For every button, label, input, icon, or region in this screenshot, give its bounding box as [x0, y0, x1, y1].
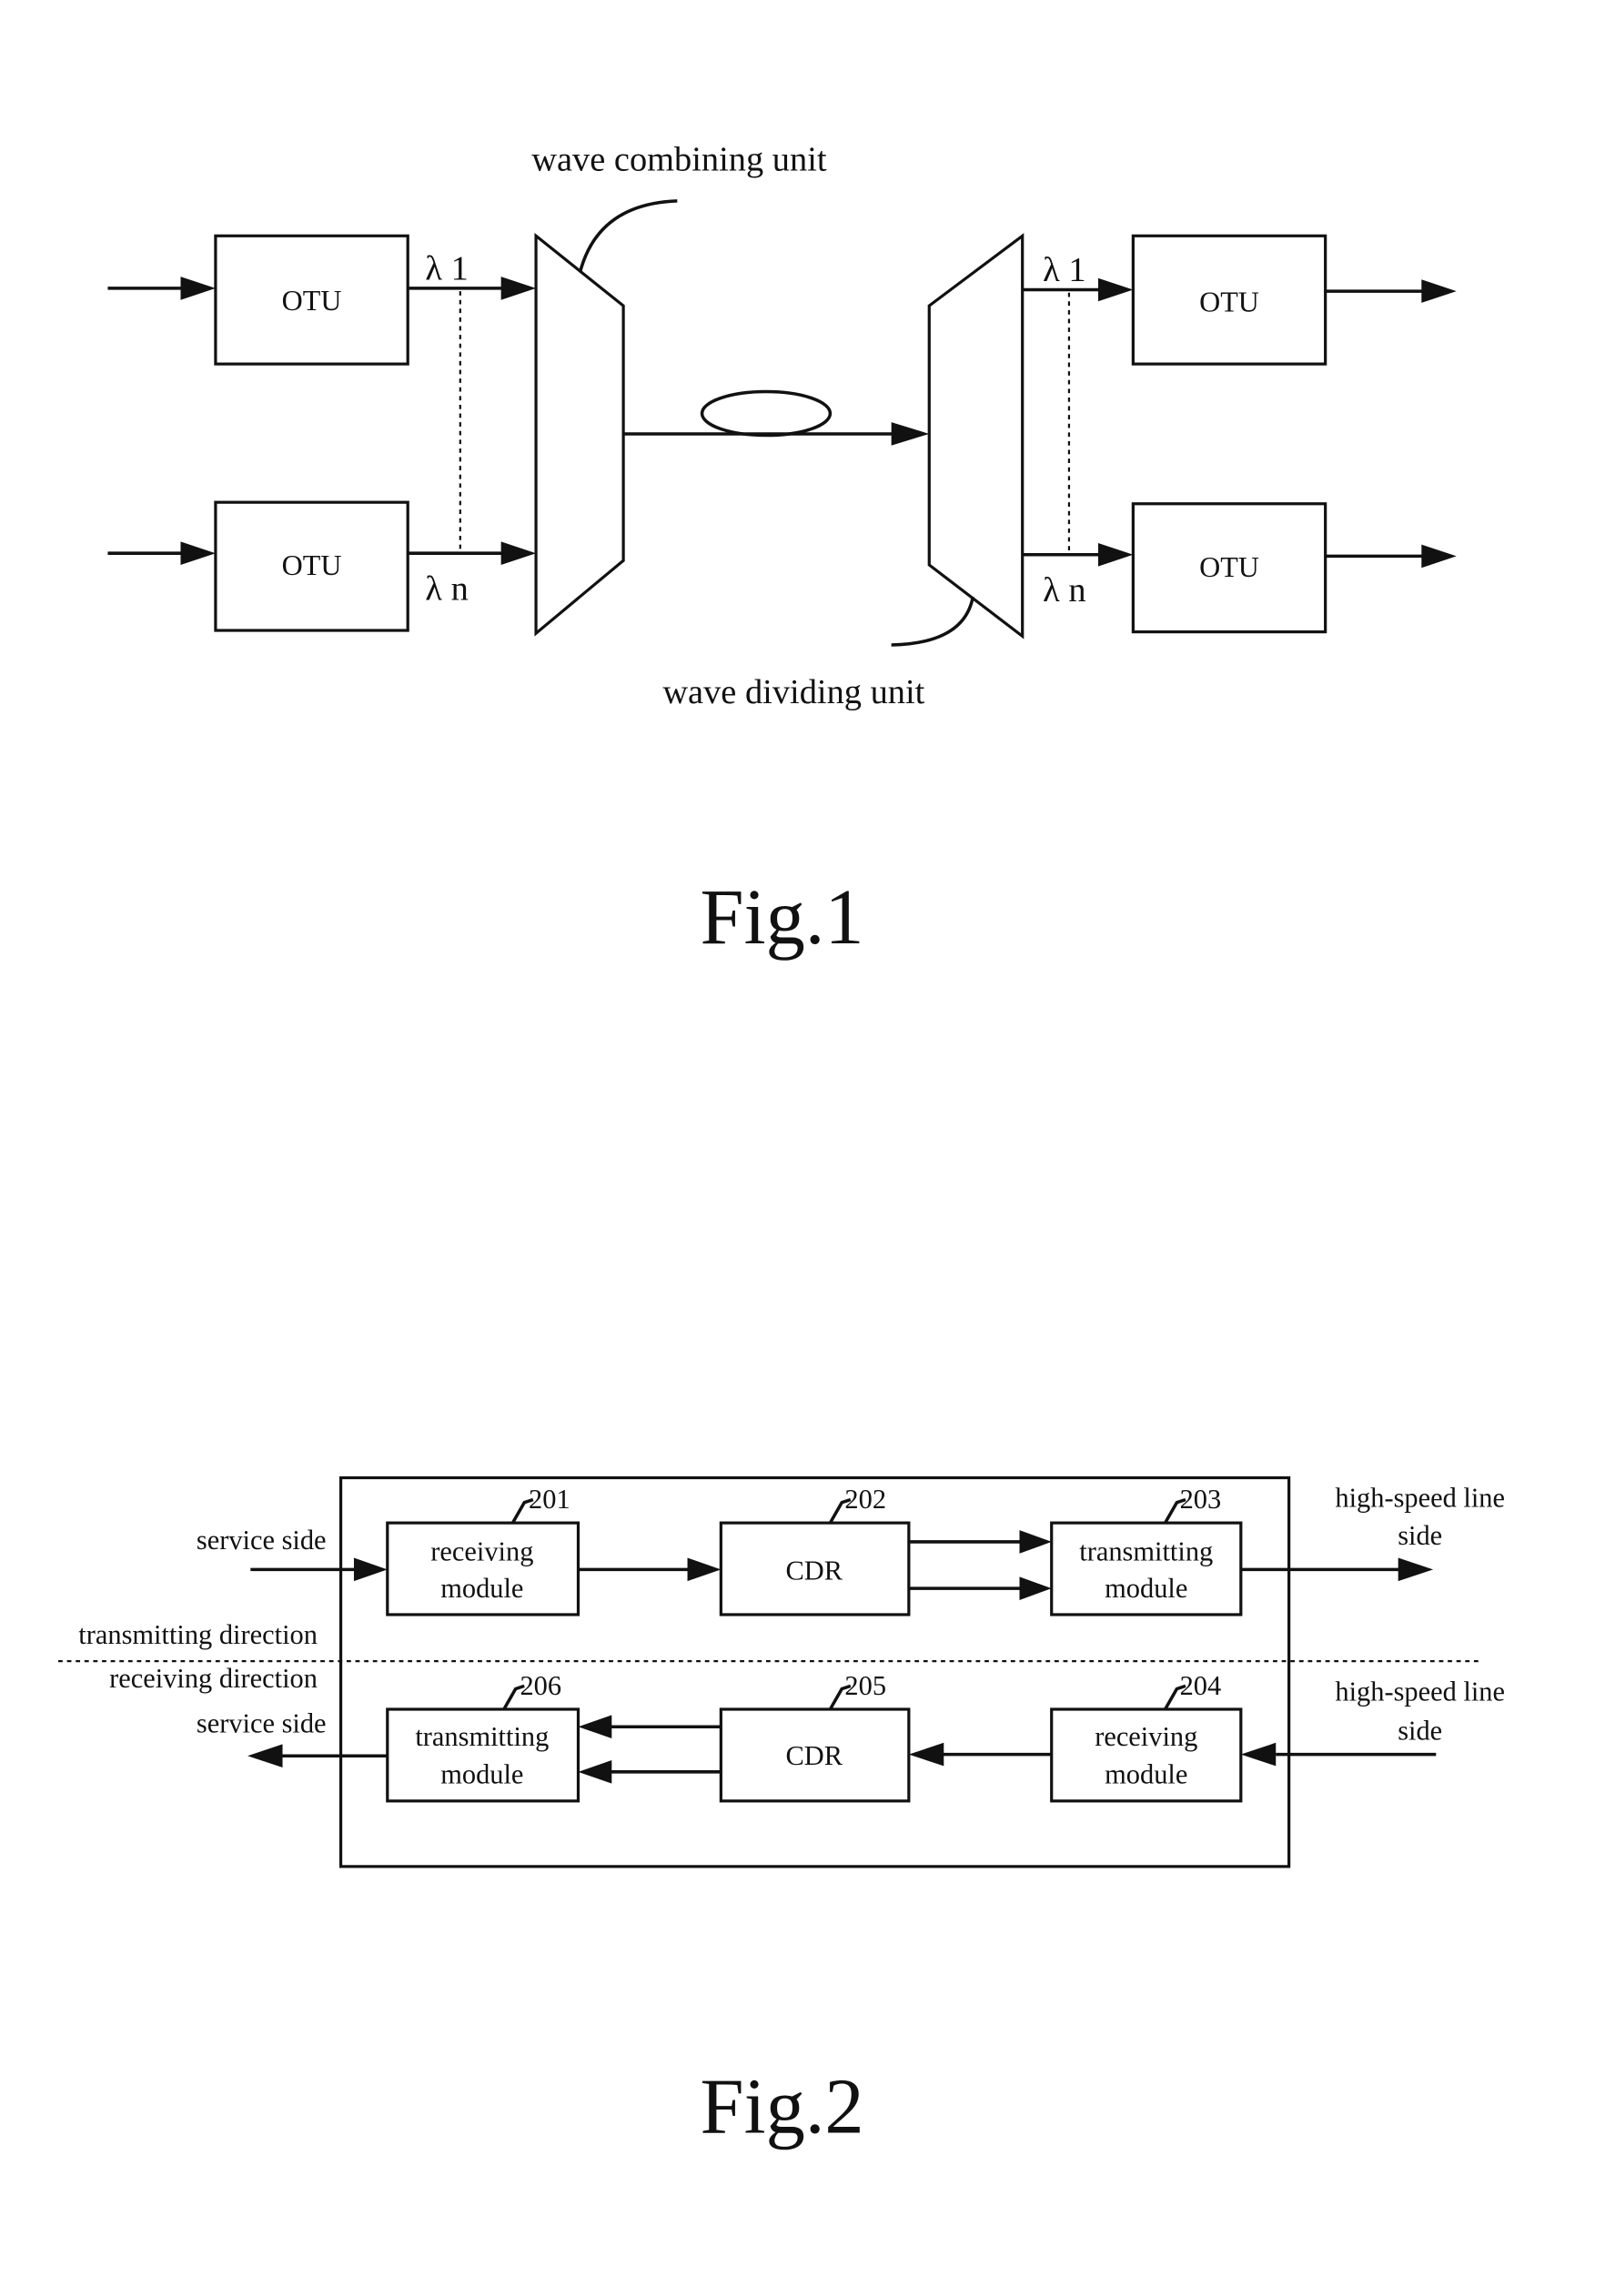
ref-202: 202: [844, 1484, 886, 1515]
otu-label-rx-1: OTU: [1199, 286, 1259, 318]
output-arrowhead-1: [1421, 279, 1457, 303]
lambda1-arrowhead-rx: [1097, 277, 1134, 302]
wave-combining-unit-label: wave combining unit: [531, 140, 827, 178]
lambdan-label-tx: λ n: [425, 569, 468, 608]
module-204-line2: module: [1105, 1759, 1187, 1790]
ref-206: 206: [520, 1670, 561, 1701]
otu-label-rx-n: OTU: [1199, 550, 1259, 583]
otu-label-tx-n: OTU: [282, 549, 342, 581]
lambdan-arrowhead-tx: [500, 541, 537, 565]
module-201-line1: receiving: [430, 1536, 533, 1567]
fiber-arrowhead: [891, 422, 930, 446]
wave-combining-leader-line: [578, 199, 678, 275]
high-speed-line-side-top-1: high-speed line: [1335, 1483, 1505, 1514]
receiving-direction-label: receiving direction: [109, 1663, 318, 1694]
lambda1-label-tx: λ 1: [425, 249, 468, 287]
fig2-caption: Fig.2: [701, 2063, 864, 2150]
service-side-label-bottom: service side: [197, 1708, 327, 1739]
module-202-label: CDR: [786, 1556, 843, 1586]
lambda1-arrowhead-tx: [500, 277, 537, 300]
module-205-label: CDR: [786, 1740, 843, 1771]
ref-204: 204: [1180, 1670, 1222, 1701]
module-203-line2: module: [1105, 1573, 1187, 1604]
module-206-line2: module: [440, 1759, 523, 1790]
transmitting-direction-label: transmitting direction: [78, 1619, 318, 1650]
patent-drawing-sheet: wave combining unit OTU OTU λ 1 λ n wave…: [58, 140, 1505, 2150]
fig2-diagram: service side transmitting direction rece…: [58, 1475, 1505, 2150]
line-side-out-arrowhead: [1398, 1557, 1434, 1582]
high-speed-line-side-top-2: side: [1398, 1520, 1442, 1551]
high-speed-line-side-bottom-2: side: [1398, 1716, 1442, 1747]
wave-dividing-unit: [927, 233, 1025, 639]
input-arrowhead-1: [180, 277, 216, 300]
input-arrowhead-n: [180, 541, 216, 565]
lambdan-arrowhead-rx: [1097, 542, 1134, 567]
module-204-line1: receiving: [1095, 1721, 1197, 1752]
module-201-line2: module: [440, 1573, 523, 1604]
wave-dividing-leader-line: [891, 596, 975, 647]
service-side-label-top: service side: [197, 1525, 327, 1556]
wave-dividing-unit-label: wave dividing unit: [662, 673, 924, 711]
fig1-diagram: wave combining unit OTU OTU λ 1 λ n wave…: [107, 140, 1457, 961]
module-203-line1: transmitting: [1079, 1536, 1213, 1567]
lambdan-label-rx: λ n: [1043, 571, 1085, 609]
fig1-caption: Fig.1: [701, 873, 864, 961]
ref-203: 203: [1180, 1484, 1222, 1515]
high-speed-line-side-bottom-1: high-speed line: [1335, 1676, 1505, 1707]
lambda1-label-rx: λ 1: [1043, 251, 1085, 289]
wave-combining-unit: [534, 232, 625, 637]
output-arrowhead-n: [1421, 544, 1457, 569]
ref-201: 201: [529, 1484, 570, 1515]
otu-label-tx-1: OTU: [282, 284, 342, 317]
module-206-line1: transmitting: [415, 1721, 549, 1752]
service-out-arrowhead: [247, 1744, 283, 1768]
fiber-coil: [700, 389, 833, 438]
ref-205: 205: [844, 1670, 886, 1701]
